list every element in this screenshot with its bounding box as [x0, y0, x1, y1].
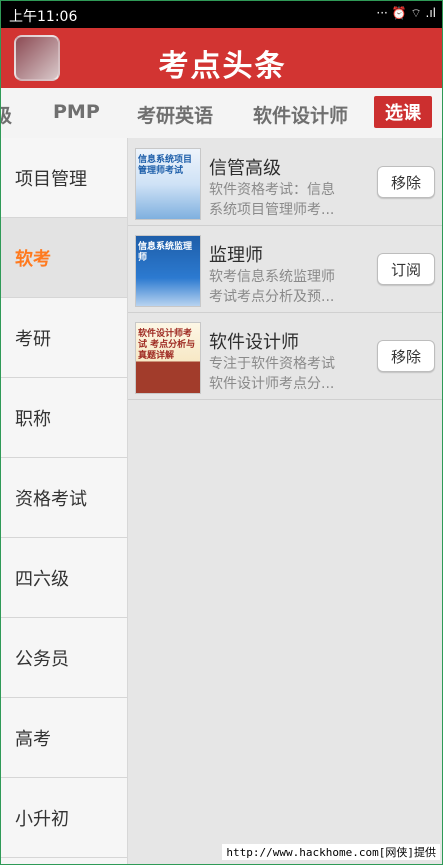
- cover-caption: 信息系统监理师: [138, 242, 193, 263]
- status-icons: ··· ⏰ ⌔ .ıl: [376, 6, 436, 20]
- sidebar-item-civil-service[interactable]: 公务员: [1, 618, 127, 698]
- tab-pmp[interactable]: PMP: [53, 101, 100, 123]
- course-description-line: 专注于软件资格考试: [209, 356, 335, 372]
- course-description-line: 系统项目管理师考...: [209, 202, 335, 218]
- list-item[interactable]: 软件设计师考试 考点分析与真题详解 软件设计师 专注于软件资格考试 软件设计师考…: [128, 312, 442, 400]
- app-title: 考点头条: [158, 49, 287, 84]
- course-cover-image: 软件设计师考试 考点分析与真题详解: [135, 322, 201, 394]
- sidebar-item-cet[interactable]: 四六级: [1, 538, 127, 618]
- remove-button[interactable]: 移除: [377, 340, 435, 372]
- sidebar-item-zhicheng[interactable]: 职称: [1, 378, 127, 458]
- app-frame: 上午11:06 ··· ⏰ ⌔ .ıl 考点头条 级 PMP 考研英语 软件设计…: [0, 0, 443, 865]
- course-description-line: 软件资格考试：信息: [209, 182, 335, 198]
- sidebar-item-xiaoshengchu[interactable]: 小升初: [1, 778, 127, 858]
- course-description-line: 软件设计师考点分...: [209, 376, 335, 392]
- sidebar: 项目管理 软考 考研 职称 资格考试 四六级 公务员 高考 小升初: [1, 138, 128, 864]
- course-title: 信管高级: [209, 158, 281, 179]
- watermark-text: http://www.hackhome.com[网侠]提供: [222, 844, 440, 860]
- sidebar-item-gaokao[interactable]: 高考: [1, 698, 127, 778]
- remove-button[interactable]: 移除: [377, 166, 435, 198]
- course-title: 软件设计师: [209, 332, 299, 353]
- course-description-line: 考试考点分析及预...: [209, 289, 335, 305]
- category-tabbar: 级 PMP 考研英语 软件设计师 选课: [1, 88, 442, 139]
- cover-caption: 软件设计师考试 考点分析与真题详解: [138, 329, 196, 361]
- sidebar-item-project-management[interactable]: 项目管理: [1, 138, 127, 218]
- sidebar-item-qualification[interactable]: 资格考试: [1, 458, 127, 538]
- tab-kaoyan-english[interactable]: 考研英语: [137, 101, 213, 128]
- course-description-line: 软考信息系统监理师: [209, 269, 335, 285]
- app-header: 考点头条: [1, 28, 442, 88]
- course-cover-image: 信息系统项目管理师考试: [135, 148, 201, 220]
- list-item[interactable]: 信息系统项目管理师考试 信管高级 软件资格考试：信息 系统项目管理师考... 移…: [128, 138, 442, 226]
- course-description: 软件资格考试：信息 系统项目管理师考...: [209, 180, 373, 220]
- subscribe-button[interactable]: 订阅: [377, 253, 435, 285]
- tab-partial[interactable]: 级: [1, 101, 12, 128]
- course-cover-image: 信息系统监理师: [135, 235, 201, 307]
- sidebar-item-kaoyan[interactable]: 考研: [1, 298, 127, 378]
- status-bar: 上午11:06 ··· ⏰ ⌔ .ıl: [1, 1, 442, 28]
- cover-caption: 信息系统项目管理师考试: [138, 155, 193, 176]
- course-description: 专注于软件资格考试 软件设计师考点分...: [209, 354, 373, 394]
- course-description: 软考信息系统监理师 考试考点分析及预...: [209, 267, 373, 307]
- list-item[interactable]: 信息系统监理师 监理师 软考信息系统监理师 考试考点分析及预... 订阅: [128, 225, 442, 313]
- course-list: 信息系统项目管理师考试 信管高级 软件资格考试：信息 系统项目管理师考... 移…: [128, 138, 442, 864]
- tab-software-designer[interactable]: 软件设计师: [253, 101, 348, 128]
- sidebar-item-ruankao[interactable]: 软考: [1, 218, 127, 298]
- status-time: 上午11:06: [9, 9, 78, 25]
- course-title: 监理师: [209, 245, 263, 266]
- choose-course-button[interactable]: 选课: [374, 96, 432, 128]
